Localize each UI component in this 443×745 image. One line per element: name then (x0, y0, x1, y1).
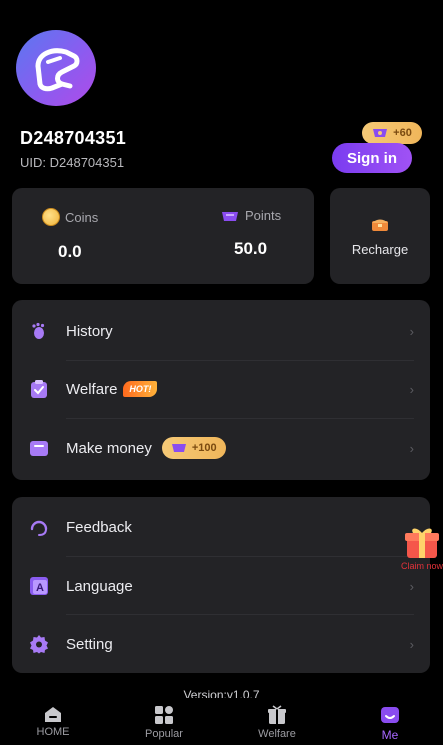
coins-block[interactable]: Coins 0.0 (42, 208, 98, 262)
coins-label: Coins (65, 209, 99, 225)
app-logo-icon (35, 48, 80, 92)
menu-item-label: Language (66, 577, 133, 595)
points-value: 50.0 (234, 239, 268, 258)
tab-me[interactable]: Me (335, 705, 443, 742)
menu-item-label: Setting (66, 635, 113, 653)
tab-home[interactable]: HOME (0, 705, 108, 738)
wallet-card: Coins 0.0 Points 50.0 (12, 188, 314, 284)
recharge-label: Recharge (351, 241, 409, 257)
treasure-chest-icon (372, 219, 388, 231)
coins-value: 0.0 (58, 242, 82, 261)
menu-item-welfare[interactable]: Welfare HOT! › (12, 360, 430, 418)
svg-text:A: A (36, 582, 44, 594)
recharge-button[interactable]: Recharge (330, 188, 430, 284)
menu-item-setting[interactable]: Setting › (12, 615, 430, 673)
wallet-icon (28, 437, 50, 459)
signin-bonus-value: +60 (393, 127, 412, 139)
menu-item-label: Feedback (66, 518, 132, 536)
tab-label: Popular (145, 728, 183, 740)
make-money-bonus: +100 (191, 442, 217, 454)
clipboard-check-icon (28, 378, 50, 400)
tab-welfare[interactable]: Welfare (222, 705, 332, 740)
claim-gift-button[interactable]: Claim now (401, 524, 443, 572)
menu-item-feedback[interactable]: Feedback (12, 498, 430, 556)
claim-now-label: Claim now (401, 561, 443, 571)
secondary-menu: Feedback A Language › Setting › (12, 497, 430, 673)
version-text: Version:v1.0.7 (183, 688, 260, 698)
home-icon (45, 707, 61, 722)
grid-icon (155, 706, 173, 724)
menu-item-label: Welfare (66, 380, 118, 398)
bottom-tab-bar: HOME Popular Welfare Me (0, 700, 443, 745)
language-icon: A (28, 575, 50, 597)
avatar[interactable] (16, 30, 96, 106)
points-block[interactable]: Points 50.0 (220, 208, 281, 259)
sign-in-button[interactable]: Sign in (332, 143, 412, 173)
primary-menu: History › Welfare HOT! › Make money +100… (12, 300, 430, 480)
tab-label: HOME (36, 726, 70, 738)
footprints-icon (28, 320, 50, 342)
username: D248704351 (20, 128, 127, 148)
tab-popular[interactable]: Popular (109, 705, 219, 740)
chevron-right-icon: › (409, 578, 414, 594)
hot-badge: HOT! (123, 381, 158, 397)
signin-bonus-badge: +60 (362, 122, 422, 144)
menu-item-language[interactable]: A Language › (12, 557, 430, 615)
menu-item-label: History (66, 322, 113, 340)
gear-icon (28, 633, 50, 655)
menu-item-make-money[interactable]: Make money +100 › (12, 419, 430, 477)
gift-box-icon (268, 705, 286, 724)
gift-icon (405, 528, 439, 558)
user-icon (381, 707, 399, 723)
tab-label: Me (381, 728, 399, 742)
points-ticket-icon (222, 211, 238, 221)
menu-item-label: Make money (66, 439, 152, 457)
chevron-right-icon: › (409, 323, 414, 339)
menu-item-history[interactable]: History › (12, 302, 430, 360)
chevron-right-icon: › (409, 381, 414, 397)
chevron-right-icon: › (409, 440, 414, 456)
make-money-bonus-badge: +100 (161, 437, 226, 459)
points-label: Points (245, 208, 282, 223)
points-ticket-icon (171, 444, 186, 452)
headset-icon (28, 516, 50, 538)
coin-icon (42, 208, 60, 226)
user-id: UID: D248704351 (20, 155, 125, 170)
chevron-right-icon: › (409, 636, 414, 652)
points-ticket-icon (373, 129, 388, 137)
tab-label: Welfare (258, 728, 296, 740)
